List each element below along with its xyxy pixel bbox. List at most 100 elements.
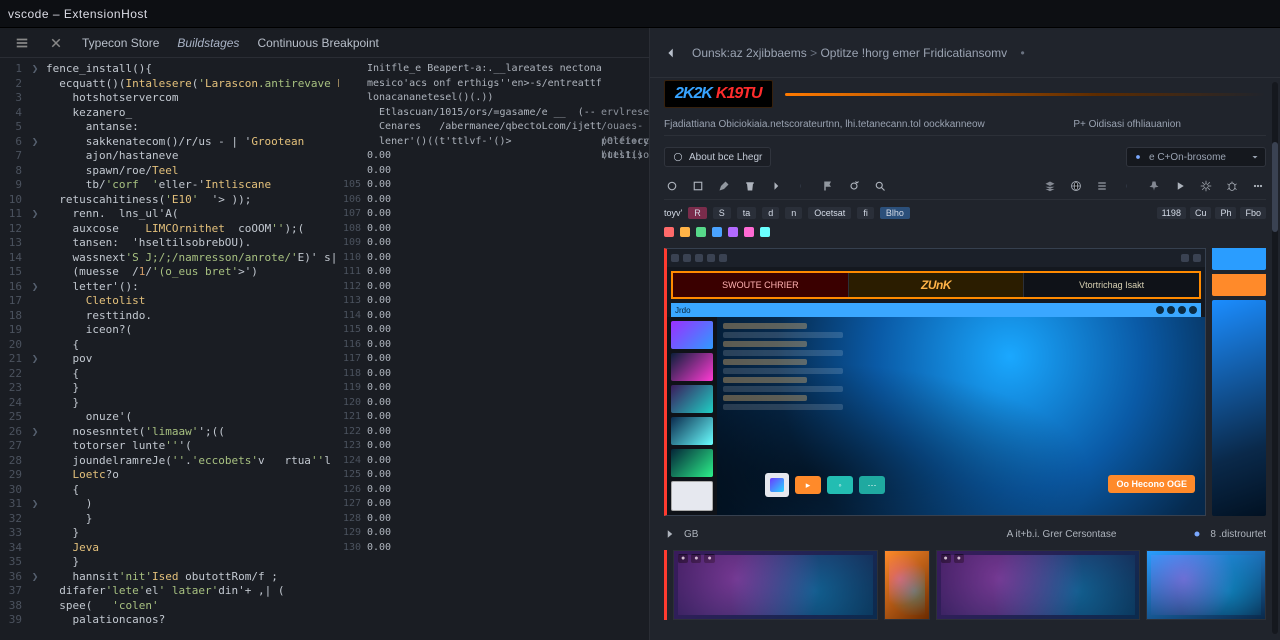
site-main[interactable]: SWOUTE CHRIER ZUnK Vtortrichag Isakt Jrd… — [664, 248, 1206, 516]
site-topbar — [667, 249, 1205, 267]
list-icon[interactable] — [1094, 178, 1110, 194]
right-rail-image[interactable] — [1212, 300, 1266, 516]
gallery-card[interactable]: ●●● — [673, 550, 878, 620]
banner-logo[interactable]: ZUnK — [921, 278, 951, 292]
hero-cta-button[interactable]: Oo Hecono OGE — [1108, 475, 1195, 493]
site-hero[interactable]: ▸ ◦ ⋯ Oo Hecono OGE — [717, 317, 1205, 515]
gallery-card[interactable]: ●● — [936, 550, 1141, 620]
right-rail-tab[interactable] — [1212, 248, 1266, 270]
flag-icon[interactable] — [820, 178, 836, 194]
code-area[interactable]: fence_install(){ ecquatt()(Intalesere('L… — [42, 58, 339, 640]
gear-icon[interactable] — [1198, 178, 1214, 194]
topbar-dot[interactable] — [671, 254, 679, 262]
brand-bar: 2K2K K19TU — [664, 78, 1266, 110]
x-icon[interactable] — [48, 35, 64, 51]
breadcrumb-right[interactable]: Optitze !horg emer Fridicatiansomv — [820, 46, 1007, 60]
nav-dot[interactable] — [1156, 306, 1164, 314]
chip[interactable]: fi — [857, 207, 874, 219]
breadcrumb-left[interactable]: Ounsk:az 2xjibbaems — [692, 46, 807, 60]
rchip[interactable]: Ph — [1215, 207, 1236, 219]
menu-icon[interactable] — [14, 35, 30, 51]
hero-buttons: ▸ ◦ ⋯ — [765, 473, 885, 497]
topbar-dot[interactable] — [695, 254, 703, 262]
hero-btn-teal2[interactable]: ⋯ — [859, 476, 885, 494]
chevron-right-icon[interactable] — [768, 178, 784, 194]
circle-icon[interactable] — [664, 178, 680, 194]
category-row: toyv' R S ta d n Ocetsat fi Blho 1198 Cu… — [664, 204, 1266, 222]
right-rail-tab[interactable] — [1212, 274, 1266, 296]
thumbnail[interactable] — [671, 385, 713, 413]
tab-breakpoint[interactable]: Continuous Breakpoint — [257, 36, 378, 50]
bug-icon[interactable] — [1224, 178, 1240, 194]
pin-icon[interactable] — [1146, 178, 1162, 194]
nav-dot[interactable] — [1178, 306, 1186, 314]
chip[interactable]: Blho — [880, 207, 910, 219]
hero-btn-orange[interactable]: ▸ — [795, 476, 821, 494]
gallery-card[interactable] — [884, 550, 930, 620]
preview-scrollbar[interactable] — [1272, 82, 1278, 634]
scrollbar-thumb[interactable] — [1272, 142, 1278, 232]
layers-icon[interactable] — [1042, 178, 1058, 194]
nav-dot[interactable] — [1189, 306, 1197, 314]
square-icon[interactable] — [690, 178, 706, 194]
line-number-gutter: 1234567891011121314151617181920212223242… — [0, 58, 28, 640]
rchip[interactable]: Fbo — [1240, 207, 1266, 219]
search-field[interactable]: e C+On-brosome — [1126, 147, 1266, 167]
caret-icon[interactable] — [664, 528, 676, 540]
banner-right-label[interactable]: Vtortrichag Isakt — [1079, 280, 1144, 290]
topbar-dot[interactable] — [719, 254, 727, 262]
play-icon[interactable] — [1172, 178, 1188, 194]
topbar-dot[interactable] — [1181, 254, 1189, 262]
hero-btn-teal[interactable]: ◦ — [827, 476, 853, 494]
chip[interactable]: ta — [737, 207, 757, 219]
chip[interactable]: R — [688, 207, 707, 219]
panel-name-pill[interactable]: About bce Lhegr — [664, 147, 771, 167]
search-icon[interactable] — [872, 178, 888, 194]
color-dot[interactable] — [760, 227, 770, 237]
thumbnail[interactable] — [671, 353, 713, 381]
color-dot[interactable] — [728, 227, 738, 237]
chip[interactable]: d — [762, 207, 779, 219]
rchip[interactable]: 1198 — [1157, 207, 1186, 219]
tab-store[interactable]: Typecon Store — [82, 36, 159, 50]
globe-icon[interactable] — [1068, 178, 1084, 194]
sub-header: Fjadiattiana Obiciokiaia.netscorateurtnn… — [664, 114, 1266, 136]
window-titlebar: vscode – ExtensionHost — [0, 0, 1280, 28]
below-bar: GB A it+b.i. Grer Cersontase 8 .distrour… — [664, 522, 1266, 546]
chevron-down-icon — [1251, 153, 1259, 161]
hero-card[interactable] — [765, 473, 789, 497]
thumbnail[interactable] — [671, 481, 713, 511]
topbar-dot[interactable] — [707, 254, 715, 262]
chip[interactable]: Ocetsat — [808, 207, 851, 219]
brand-logo-red: K19TU — [716, 85, 762, 103]
more-icon[interactable] — [1250, 178, 1266, 194]
back-icon[interactable] — [662, 44, 680, 62]
color-dot[interactable] — [664, 227, 674, 237]
site-nav-label[interactable]: Jrdo — [675, 306, 691, 315]
brand-logo[interactable]: 2K2K K19TU — [664, 80, 773, 108]
color-dot[interactable] — [744, 227, 754, 237]
tab-buildstages[interactable]: Buildstages — [177, 36, 239, 50]
trash-icon[interactable] — [742, 178, 758, 194]
chip[interactable]: n — [785, 207, 802, 219]
chip[interactable]: S — [713, 207, 731, 219]
gallery-card[interactable] — [1146, 550, 1266, 620]
fold-gutter: ❯❯❯❯❯❯❯❯ — [28, 58, 42, 640]
color-dot[interactable] — [696, 227, 706, 237]
rchip[interactable]: Cu — [1190, 207, 1212, 219]
color-dot[interactable] — [712, 227, 722, 237]
hero-text-lines — [723, 323, 843, 413]
editor-body[interactable]: 1234567891011121314151617181920212223242… — [0, 58, 649, 640]
below-label: GB — [684, 529, 698, 540]
thumbnail[interactable] — [671, 417, 713, 445]
below-rstat: 8 .distrourtet — [1210, 529, 1266, 540]
pen-icon[interactable] — [716, 178, 732, 194]
refresh-icon[interactable] — [846, 178, 862, 194]
topbar-dot[interactable] — [1193, 254, 1201, 262]
thumbnail[interactable] — [671, 449, 713, 477]
color-dot[interactable] — [680, 227, 690, 237]
banner-cell-label[interactable]: SWOUTE CHRIER — [722, 280, 799, 290]
topbar-dot[interactable] — [683, 254, 691, 262]
thumbnail[interactable] — [671, 321, 713, 349]
nav-dot[interactable] — [1167, 306, 1175, 314]
